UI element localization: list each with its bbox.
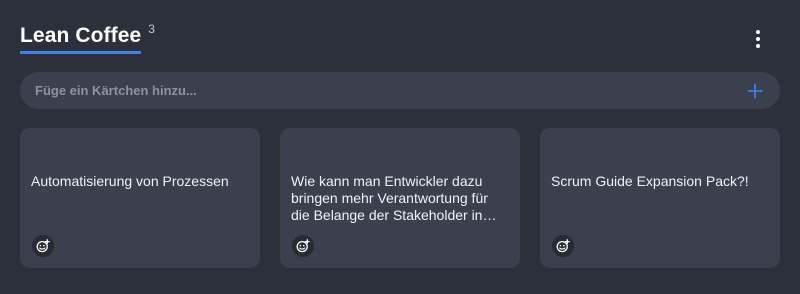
card-text: Wie kann man Entwickler dazu bringen meh… <box>291 173 497 223</box>
add-reaction-button[interactable] <box>292 235 314 257</box>
card-count-badge: 3 <box>148 22 155 36</box>
add-card-button[interactable] <box>744 80 766 102</box>
more-vertical-icon <box>756 37 760 41</box>
column-header: Lean Coffee 3 <box>20 22 155 54</box>
card[interactable]: Scrum Guide Expansion Pack?! <box>540 128 780 268</box>
add-reaction-icon <box>36 239 50 253</box>
card[interactable]: Automatisierung von Prozessen <box>20 128 260 268</box>
add-reaction-icon <box>296 239 310 253</box>
more-vertical-icon <box>756 30 760 34</box>
column-title[interactable]: Lean Coffee <box>20 24 142 54</box>
add-reaction-icon <box>556 239 570 253</box>
card-text: Automatisierung von Prozessen <box>31 173 229 189</box>
column-menu-button[interactable] <box>748 28 768 50</box>
card-text: Scrum Guide Expansion Pack?! <box>551 173 749 189</box>
plus-icon <box>747 83 763 98</box>
card[interactable]: Wie kann man Entwickler dazu bringen meh… <box>280 128 520 268</box>
more-vertical-icon <box>756 44 760 48</box>
lean-coffee-column: Lean Coffee 3 Automatisierung von Prozes… <box>0 0 800 294</box>
add-reaction-button[interactable] <box>552 235 574 257</box>
add-card-input[interactable] <box>35 83 744 98</box>
card-list: Automatisierung von Prozessen Wie kann m… <box>20 128 780 268</box>
add-reaction-button[interactable] <box>32 235 54 257</box>
add-card-bar <box>20 72 780 109</box>
